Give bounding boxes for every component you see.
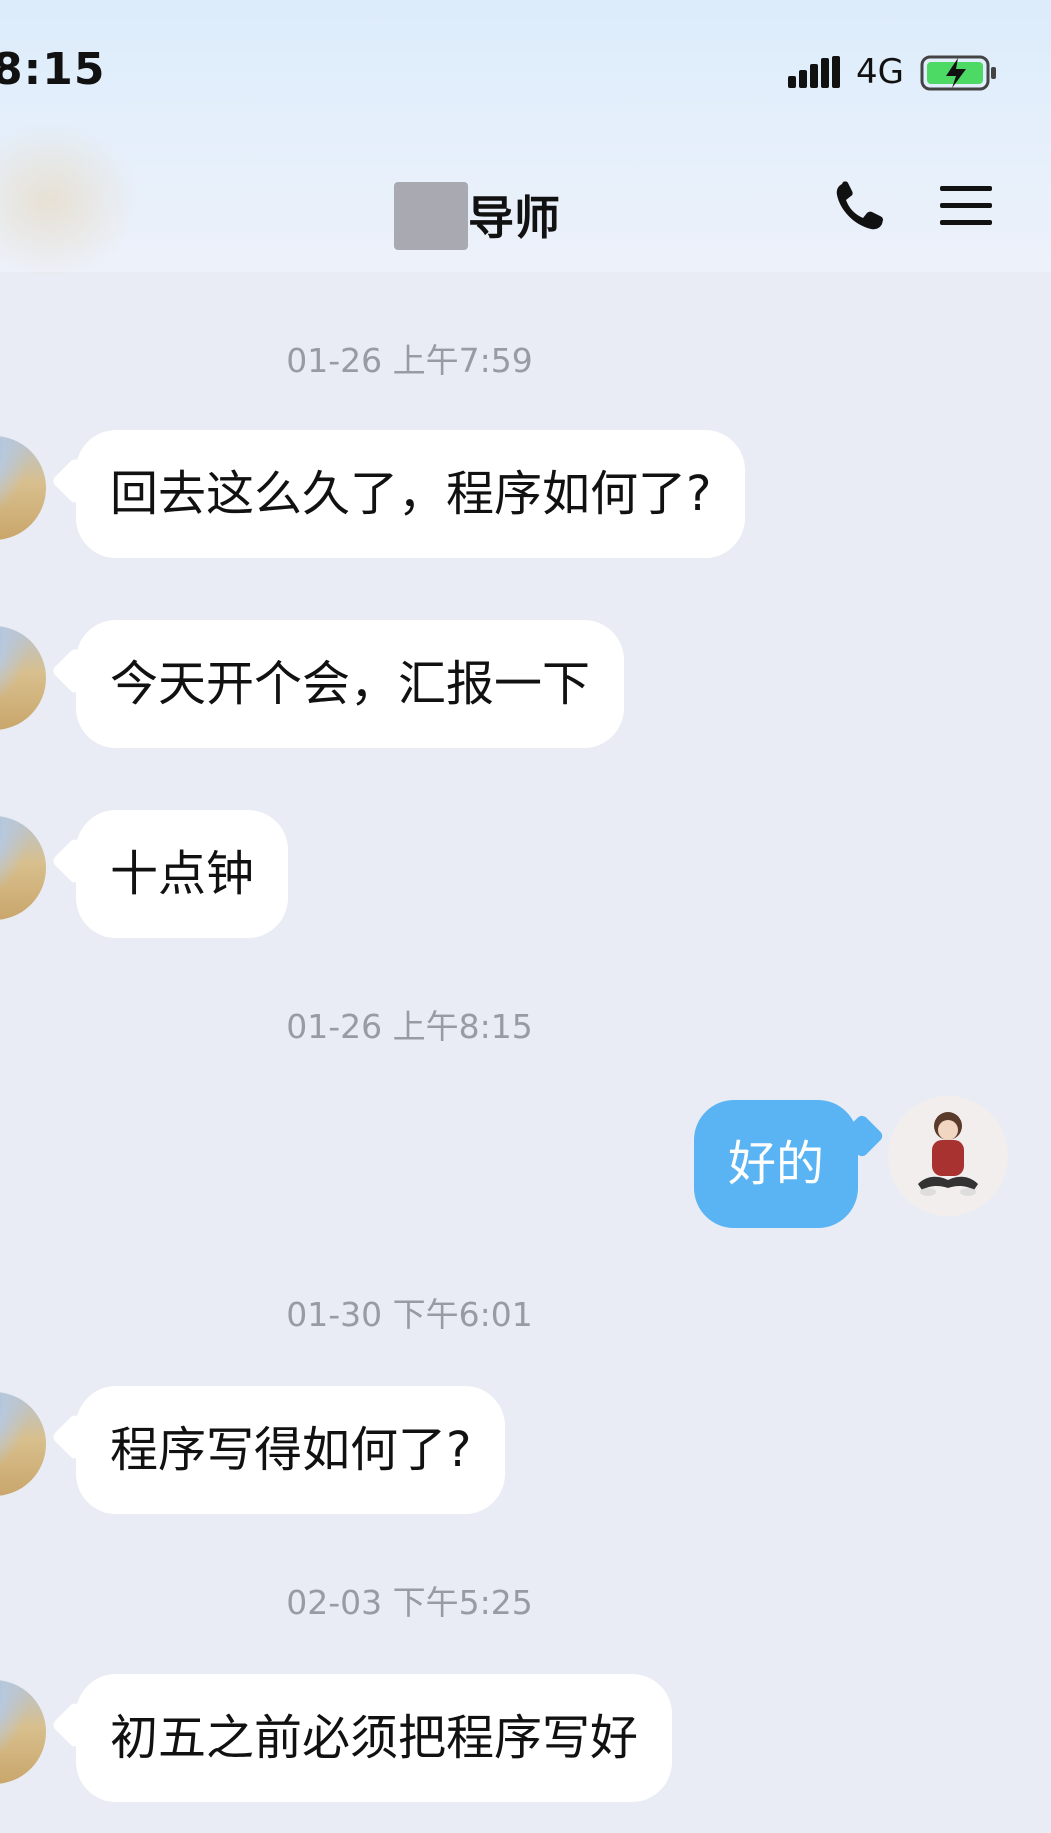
contact-avatar[interactable] — [0, 1680, 46, 1784]
chat-screen: 8:15 4G 导师 01-26 上午7:59 回去这么久了，程序如何了? 今天… — [0, 0, 1051, 1833]
person-sitting-icon — [918, 1112, 978, 1196]
message-bubble[interactable]: 初五之前必须把程序写好 — [76, 1674, 673, 1802]
chat-title: 导师 — [468, 191, 560, 245]
user-avatar[interactable] — [888, 1096, 1008, 1216]
message-bubble[interactable]: 今天开个会，汇报一下 — [76, 620, 625, 748]
status-time: 8:15 — [0, 44, 106, 95]
hamburger-menu-icon[interactable] — [938, 182, 994, 230]
timestamp: 01-26 上午7:59 — [286, 341, 533, 380]
phone-icon[interactable] — [832, 178, 888, 234]
contact-name-redacted — [394, 182, 468, 250]
signal-bars-icon — [788, 56, 840, 88]
contact-avatar[interactable] — [0, 436, 46, 540]
message-bubble[interactable]: 十点钟 — [76, 810, 289, 938]
contact-avatar[interactable] — [0, 626, 46, 730]
timestamp: 02-03 下午5:25 — [286, 1583, 533, 1622]
message-bubble-outgoing[interactable]: 好的 — [694, 1100, 858, 1228]
message-bubble[interactable]: 程序写得如何了? — [76, 1386, 506, 1514]
contact-avatar[interactable] — [0, 1392, 46, 1496]
battery-charging-icon — [920, 55, 996, 91]
network-type: 4G — [856, 52, 904, 92]
timestamp: 01-26 上午8:15 — [286, 1007, 533, 1046]
contact-avatar[interactable] — [0, 816, 46, 920]
message-bubble[interactable]: 回去这么久了，程序如何了? — [76, 430, 746, 558]
timestamp: 01-30 下午6:01 — [286, 1295, 533, 1334]
chat-title-row: 导师 — [0, 172, 1051, 250]
header-area: 8:15 4G 导师 — [0, 0, 1051, 280]
